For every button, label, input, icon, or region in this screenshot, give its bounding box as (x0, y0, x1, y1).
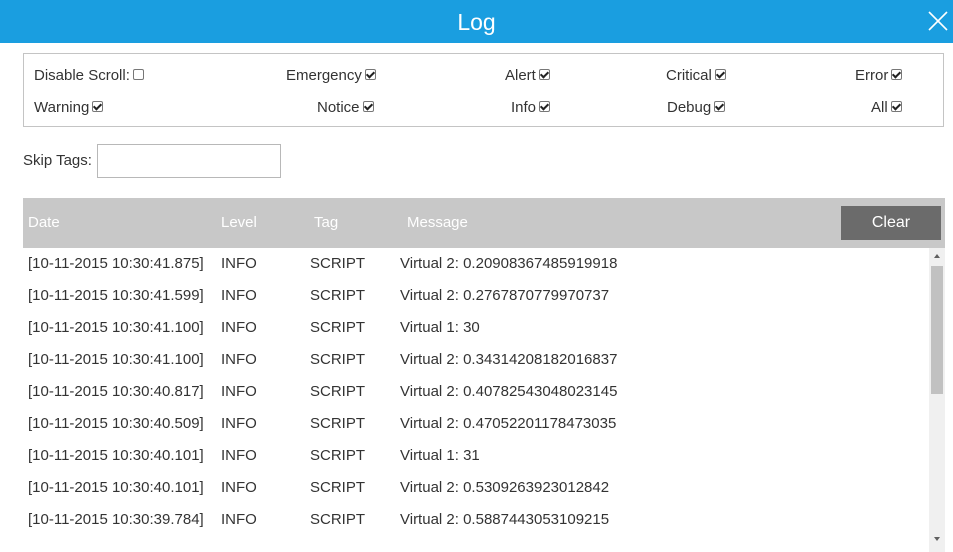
log-row: [10-11-2015 10:30:41.599] INFO SCRIPT Virtu… (23, 286, 929, 306)
warning-checkbox[interactable] (92, 101, 104, 112)
filter-debug[interactable]: Debug (667, 99, 726, 117)
log-cell-date: [10-11-2015 10:30:40.101] (28, 447, 204, 464)
filter-label: All (871, 99, 888, 116)
all-checkbox[interactable] (890, 101, 902, 112)
log-cell-date: [10-11-2015 10:30:40.509] (28, 415, 204, 432)
arrow-up-icon[interactable] (929, 248, 945, 264)
window-title: Log (457, 9, 496, 35)
column-header-tag: Tag (314, 214, 339, 231)
filter-label: Notice (317, 99, 360, 116)
log-cell-tag: SCRIPT (310, 511, 366, 528)
filter-label: Info (511, 99, 537, 116)
column-header-date: Date (28, 214, 60, 231)
log-table-header: Date Level Tag Message Clear (23, 198, 945, 248)
log-cell-message: Virtual 2: 0.20908367485919918 (400, 255, 618, 272)
log-cell-tag: SCRIPT (310, 479, 366, 496)
arrow-down-icon[interactable] (929, 531, 945, 547)
log-cell-date: [10-11-2015 10:30:40.101] (28, 479, 204, 496)
log-row: [10-11-2015 10:30:41.875] INFO SCRIPT Virtu… (23, 254, 929, 274)
clear-button[interactable]: Clear (841, 206, 941, 240)
column-header-message: Message (407, 214, 468, 231)
log-cell-message: Virtual 2: 0.40782543048023145 (400, 383, 618, 400)
log-cell-tag: SCRIPT (310, 319, 366, 336)
filter-label: Warning (34, 99, 90, 116)
log-cell-level: INFO (221, 287, 257, 304)
window-titlebar: Log (0, 0, 953, 43)
log-row: [10-11-2015 10:30:40.509] INFO SCRIPT Virtu… (23, 414, 929, 434)
log-cell-level: INFO (221, 255, 257, 272)
log-cell-tag: SCRIPT (310, 415, 366, 432)
filter-label: Emergency (286, 67, 362, 84)
skip-tags-label: Skip Tags: (23, 152, 92, 169)
log-cell-date: [10-11-2015 10:30:40.817] (28, 383, 204, 400)
log-row: [10-11-2015 10:30:39.784] INFO SCRIPT Virtu… (23, 510, 929, 530)
filter-critical[interactable]: Critical (666, 67, 726, 85)
log-cell-date: [10-11-2015 10:30:39.784] (28, 511, 204, 528)
log-cell-level: INFO (221, 415, 257, 432)
log-cell-level: INFO (221, 383, 257, 400)
log-cell-message: Virtual 1: 31 (400, 447, 480, 464)
log-cell-level: INFO (221, 511, 257, 528)
log-cell-message: Virtual 2: 0.5887443053109215 (400, 511, 610, 528)
filter-all[interactable]: All (871, 99, 902, 117)
filter-notice[interactable]: Notice (317, 99, 374, 117)
log-cell-message: Virtual 1: 30 (400, 319, 480, 336)
log-cell-level: INFO (221, 447, 257, 464)
critical-checkbox[interactable] (714, 69, 726, 80)
log-cell-level: INFO (221, 351, 257, 368)
skip-tags-input[interactable] (97, 144, 281, 178)
log-cell-date: [10-11-2015 10:30:41.875] (28, 255, 204, 272)
scrollbar-thumb[interactable] (931, 266, 943, 394)
info-checkbox[interactable] (539, 101, 551, 112)
log-cell-date: [10-11-2015 10:30:41.100] (28, 351, 204, 368)
filter-label: Debug (667, 99, 712, 116)
filter-alert[interactable]: Alert (505, 67, 550, 85)
close-icon[interactable] (926, 9, 950, 33)
filter-disable-scroll[interactable]: Disable Scroll: (34, 67, 144, 85)
debug-checkbox[interactable] (714, 101, 726, 112)
filter-label: Error (855, 67, 889, 84)
filter-warning[interactable]: Warning (34, 99, 104, 117)
log-cell-message: Virtual 2: 0.34314208182016837 (400, 351, 618, 368)
log-row: [10-11-2015 10:30:40.817] INFO SCRIPT Virtu… (23, 382, 929, 402)
disable-scroll-checkbox[interactable] (132, 69, 144, 80)
log-cell-tag: SCRIPT (310, 287, 366, 304)
log-cell-tag: SCRIPT (310, 383, 366, 400)
log-row: [10-11-2015 10:30:41.100] INFO SCRIPT Virtu… (23, 318, 929, 338)
log-cell-level: INFO (221, 319, 257, 336)
log-cell-date: [10-11-2015 10:30:41.100] (28, 319, 204, 336)
vertical-scrollbar[interactable] (929, 248, 945, 552)
log-list[interactable]: [10-11-2015 10:30:41.875] INFO SCRIPT Virtu… (23, 248, 929, 552)
emergency-checkbox[interactable] (364, 69, 376, 80)
log-cell-message: Virtual 2: 0.2767870779970737 (400, 287, 610, 304)
log-cell-tag: SCRIPT (310, 351, 366, 368)
log-row: [10-11-2015 10:30:40.101] INFO SCRIPT Virtu… (23, 478, 929, 498)
log-cell-tag: SCRIPT (310, 447, 366, 464)
notice-checkbox[interactable] (362, 101, 374, 112)
filter-info[interactable]: Info (511, 99, 551, 117)
log-row: [10-11-2015 10:30:40.101] INFO SCRIPT Virtu… (23, 446, 929, 466)
level-filters: Disable Scroll: Emergency Alert Critical… (23, 53, 944, 127)
filter-error[interactable]: Error (855, 67, 903, 85)
log-cell-message: Virtual 2: 0.47052201178473035 (400, 415, 617, 432)
log-cell-date: [10-11-2015 10:30:41.599] (28, 287, 204, 304)
column-header-level: Level (221, 214, 257, 231)
filter-label: Alert (505, 67, 536, 84)
log-cell-tag: SCRIPT (310, 255, 366, 272)
filter-emergency[interactable]: Emergency (286, 67, 376, 85)
log-row: [10-11-2015 10:30:41.100] INFO SCRIPT Virtu… (23, 350, 929, 370)
alert-checkbox[interactable] (538, 69, 550, 80)
filter-label: Disable Scroll: (34, 67, 130, 84)
log-cell-message: Virtual 2: 0.5309263923012842 (400, 479, 610, 496)
log-cell-level: INFO (221, 479, 257, 496)
error-checkbox[interactable] (891, 69, 903, 80)
filter-label: Critical (666, 67, 712, 84)
